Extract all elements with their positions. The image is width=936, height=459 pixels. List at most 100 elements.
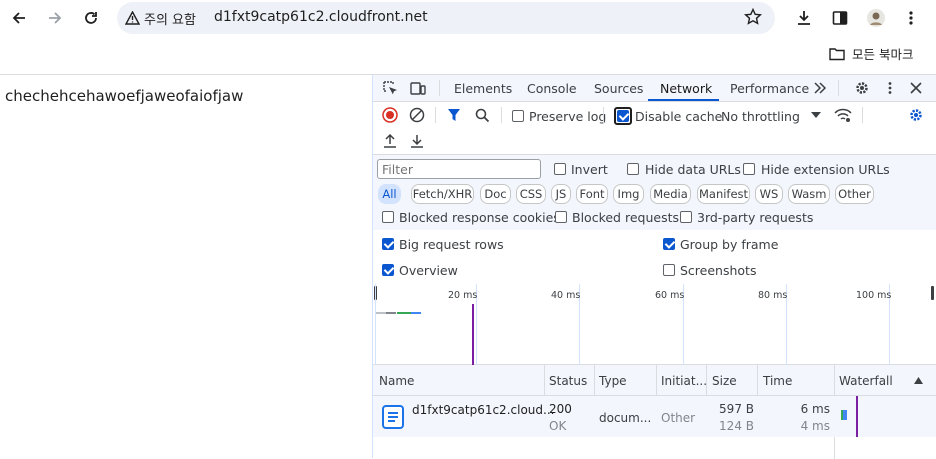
all-bookmarks-folder[interactable]: 모든 북마크 — [829, 44, 913, 63]
column-waterfall[interactable]: Waterfall — [839, 374, 893, 388]
tab-elements[interactable]: Elements — [454, 81, 512, 96]
tab-network[interactable]: Network — [660, 81, 712, 96]
bookmark-star-button[interactable] — [743, 7, 763, 30]
record-button[interactable] — [381, 106, 399, 124]
group-by-frame-checkbox[interactable] — [663, 238, 675, 250]
devtools-settings-button[interactable] — [853, 79, 871, 97]
filter-chip-img[interactable]: Img — [613, 184, 644, 204]
blocked-requests-checkbox[interactable] — [555, 211, 567, 223]
side-panel-button[interactable] — [829, 7, 851, 29]
toolbar-divider — [603, 107, 604, 123]
import-har-button[interactable] — [381, 132, 399, 150]
back-button[interactable] — [8, 7, 30, 29]
screenshots-checkbox[interactable] — [663, 264, 675, 276]
table-row[interactable]: d1fxt9catp61c2.cloud... 200 OK docum... … — [373, 396, 936, 437]
load-event-marker — [472, 304, 474, 365]
overview-label: Overview — [399, 263, 458, 278]
folder-icon — [829, 47, 845, 60]
column-name[interactable]: Name — [379, 374, 414, 388]
double-chevron-right-icon — [814, 82, 827, 94]
search-button[interactable] — [473, 106, 491, 124]
filter-chip-wasm[interactable]: Wasm — [788, 184, 830, 204]
filter-chip-css[interactable]: CSS — [516, 184, 546, 204]
disable-cache-label: Disable cache — [635, 109, 723, 124]
filter-chip-doc[interactable]: Doc — [480, 184, 511, 204]
third-party-requests-label: 3rd-party requests — [697, 210, 814, 225]
filter-toggle-button[interactable] — [445, 106, 463, 124]
hide-extension-urls-checkbox[interactable] — [743, 163, 755, 175]
tab-console[interactable]: Console — [527, 81, 577, 96]
request-status-text: OK — [549, 419, 567, 433]
overview-tick: 80 ms — [758, 290, 788, 301]
hide-data-urls-label: Hide data URLs — [645, 162, 741, 177]
overview-bar-download — [411, 312, 421, 314]
blocked-requests-label: Blocked requests — [572, 210, 679, 225]
big-request-rows-checkbox[interactable] — [382, 238, 394, 250]
upload-icon — [384, 134, 396, 148]
security-chip-label: 주의 요함 — [144, 12, 196, 28]
blocked-response-cookies-checkbox[interactable] — [382, 211, 394, 223]
disable-cache-checkbox[interactable] — [617, 110, 629, 122]
preserve-log-checkbox[interactable] — [512, 110, 524, 122]
inspect-element-button[interactable] — [381, 79, 399, 97]
bookmark-bar: 모든 북마크 — [0, 36, 936, 72]
profile-avatar[interactable] — [865, 7, 887, 29]
filter-input[interactable] — [377, 159, 541, 179]
toolbar-divider — [501, 107, 502, 123]
side-panel-icon — [832, 11, 848, 25]
security-chip[interactable]: 주의 요함 — [125, 7, 196, 29]
column-status[interactable]: Status — [549, 374, 587, 388]
dropdown-arrow-icon — [811, 112, 821, 118]
filter-chip-font[interactable]: Font — [576, 184, 608, 204]
column-divider — [834, 437, 835, 459]
funnel-icon — [448, 109, 460, 121]
gear-icon — [856, 82, 868, 94]
filter-chip-all[interactable]: All — [378, 184, 401, 204]
clear-button[interactable] — [408, 106, 426, 124]
column-type[interactable]: Type — [599, 374, 627, 388]
reload-button[interactable] — [80, 7, 102, 29]
device-toolbar-button[interactable] — [409, 79, 427, 97]
address-bar[interactable]: 주의 요함 d1fxt9catp61c2.cloudfront.net — [117, 2, 775, 34]
invert-checkbox[interactable] — [554, 163, 566, 175]
overview-right-handle[interactable] — [931, 286, 934, 300]
request-latency: 4 ms — [800, 419, 830, 433]
column-time[interactable]: Time — [763, 374, 792, 388]
sort-ascending-icon — [914, 377, 923, 384]
gear-icon — [910, 109, 922, 121]
browser-menu-button[interactable] — [900, 7, 922, 29]
download-button[interactable] — [793, 7, 815, 29]
hide-data-urls-checkbox[interactable] — [627, 163, 639, 175]
network-settings-button[interactable] — [907, 106, 925, 124]
third-party-requests-checkbox[interactable] — [680, 211, 692, 223]
tab-performance[interactable]: Performance — [730, 81, 809, 96]
overview-checkbox[interactable] — [382, 264, 394, 276]
filter-chip-manifest[interactable]: Manifest — [697, 184, 750, 204]
filter-chip-other[interactable]: Other — [835, 184, 874, 204]
more-tabs-button[interactable] — [811, 79, 829, 97]
filter-chip-ws[interactable]: WS — [755, 184, 783, 204]
close-devtools-button[interactable] — [907, 79, 925, 97]
devtools-menu-button[interactable] — [881, 79, 899, 97]
overview-bar-queue — [376, 312, 386, 314]
waterfall-bar-download — [843, 410, 847, 420]
record-stop-icon — [382, 107, 398, 123]
column-size[interactable]: Size — [712, 374, 737, 388]
filter-chip-media[interactable]: Media — [650, 184, 691, 204]
tab-sources[interactable]: Sources — [594, 81, 643, 96]
throttling-select[interactable]: No throttling — [721, 109, 800, 124]
devtools-tab-bar: Elements Console Sources Network Perform… — [373, 75, 936, 102]
page-content: chechehcehawoefjaweofaiofjaw — [0, 74, 372, 458]
forward-button[interactable] — [44, 7, 66, 29]
export-har-button[interactable] — [408, 132, 426, 150]
hide-extension-urls-label: Hide extension URLs — [761, 162, 890, 177]
request-type: docum... — [599, 411, 652, 425]
filter-chip-fetch-xhr[interactable]: Fetch/XHR — [411, 184, 474, 204]
column-initiator[interactable]: Initiat... — [661, 374, 707, 388]
close-icon — [910, 82, 922, 94]
network-conditions-button[interactable] — [834, 106, 852, 124]
toolbar-divider — [435, 107, 436, 123]
request-time: 6 ms — [800, 402, 830, 416]
overview-bar-waiting — [397, 312, 411, 314]
filter-chip-js[interactable]: JS — [551, 184, 571, 204]
